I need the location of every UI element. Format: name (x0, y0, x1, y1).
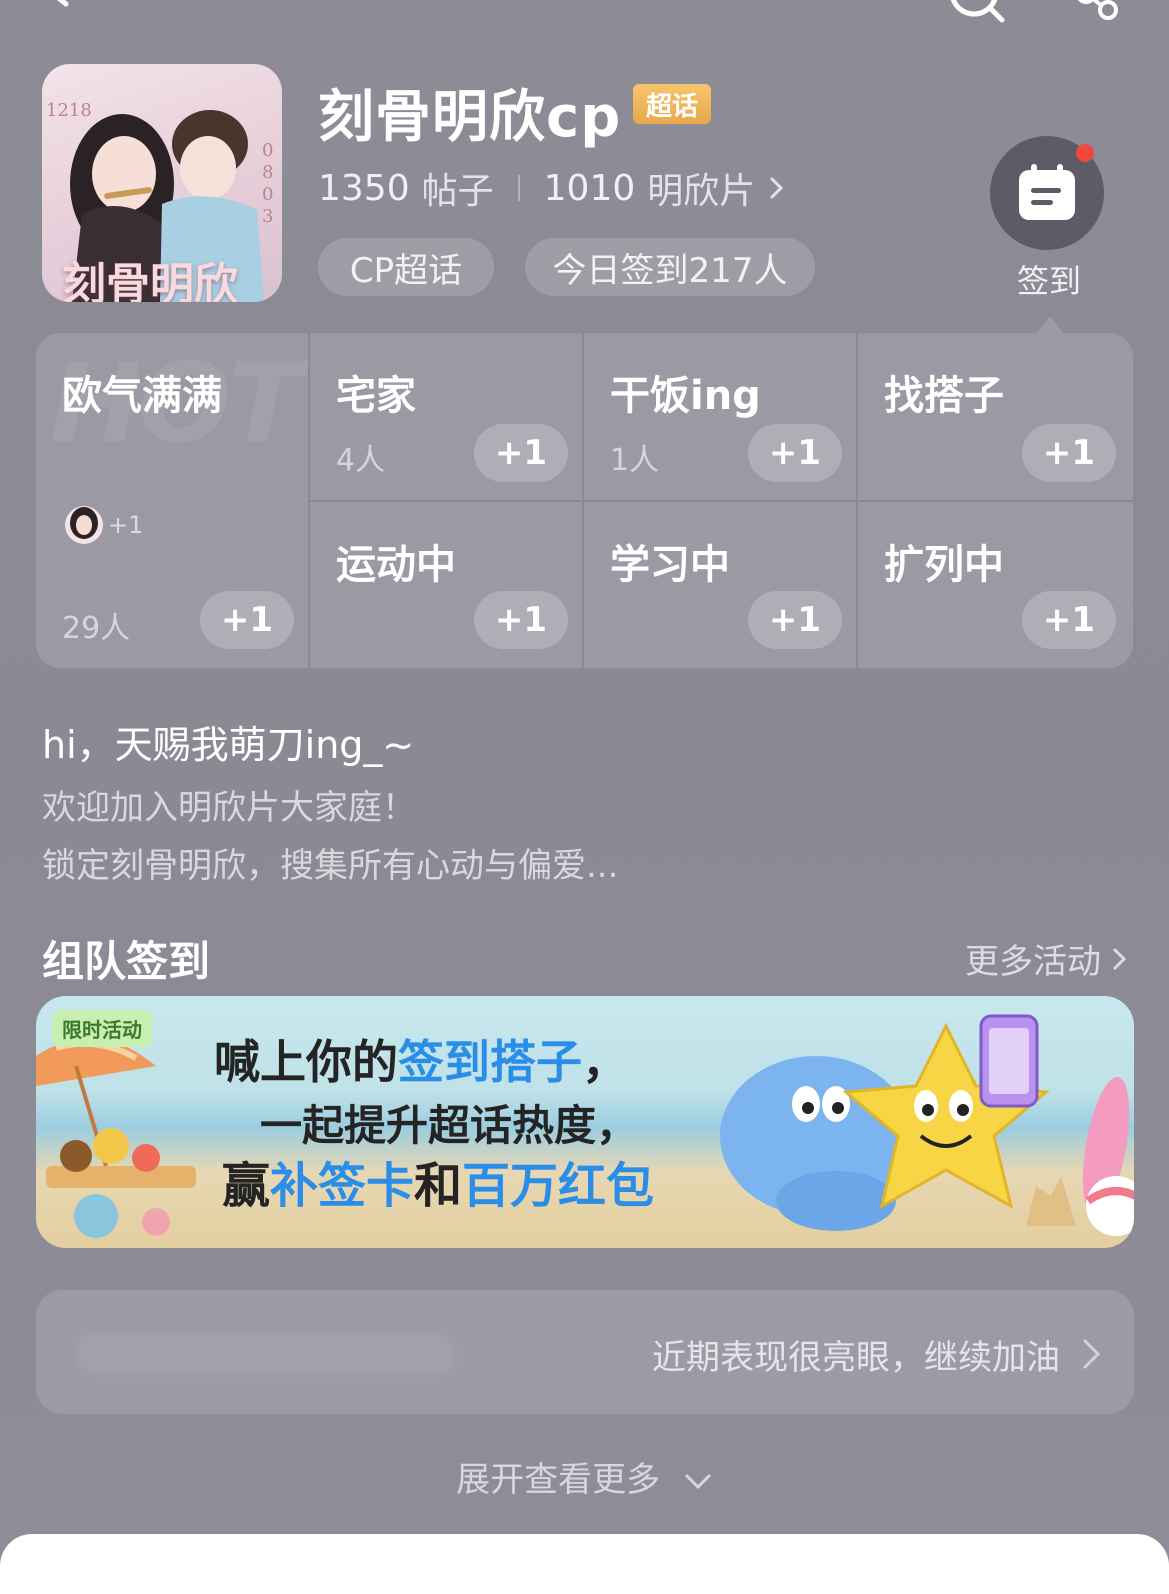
cp-type-chip[interactable]: CP超话 (318, 238, 494, 296)
plus-one-button[interactable]: +1 (748, 424, 842, 482)
posts-count: 1350 (318, 167, 410, 209)
team-checkin-banner[interactable]: 限时活动 喊上你的签到搭子， 一起提升超话热度， 赢补签卡和百万红包 (36, 996, 1134, 1248)
topic-title: 刻骨明欣cp (318, 85, 622, 150)
chevron-right-icon[interactable] (767, 174, 785, 202)
banner-headline-2: 一起提升超话热度， (260, 1101, 639, 1150)
mood-cell-lucky[interactable]: HOT 欧气满满 +1 29人 +1 (36, 333, 308, 668)
super-topic-badge: 超话 (633, 84, 711, 124)
topic-stats: 1350 帖子 1010 明欣片 (318, 162, 785, 214)
more-activities-label: 更多活动 (965, 942, 1101, 982)
search-icon[interactable] (940, 0, 1010, 30)
plus-one-button[interactable]: +1 (200, 591, 294, 649)
fans-count[interactable]: 1010 (544, 168, 636, 209)
expand-more-button[interactable]: 展开查看更多 (0, 1452, 1169, 1501)
limited-time-tag: 限时活动 (52, 1010, 152, 1047)
calendar-icon (1019, 164, 1075, 220)
performance-card[interactable]: 近期表现很亮眼，继续加油 (36, 1290, 1134, 1414)
mood-title: 干饭ing (610, 373, 761, 419)
fans-label[interactable]: 明欣片 (647, 162, 755, 214)
banner-text: 赢 (222, 1158, 271, 1214)
plus-one-button[interactable]: +1 (1022, 424, 1116, 482)
expand-label: 展开查看更多 (456, 1460, 661, 1500)
intro-greeting: hi，天赐我萌刀ing_~ (42, 723, 415, 767)
mood-title: 学习中 (610, 542, 730, 588)
checkin-count-chip[interactable]: 今日签到217人 (525, 238, 815, 296)
more-activities-link[interactable]: 更多活动 (965, 934, 1127, 983)
bottom-sheet (0, 1534, 1169, 1594)
blurred-content (76, 1334, 456, 1374)
avatar-right-digits: 0803 (262, 140, 274, 227)
mood-title: 运动中 (336, 542, 456, 588)
participants: +1 (64, 505, 143, 545)
plus-one-button[interactable]: +1 (474, 591, 568, 649)
avatar-caption: 刻骨明欣 (62, 259, 238, 302)
banner-headline-3: 赢补签卡和百万红包 (222, 1146, 654, 1216)
mood-grid: HOT 欧气满满 +1 29人 +1 宅家 4人 +1 干饭ing 1人 +1 … (36, 333, 1133, 668)
mood-title: 宅家 (336, 373, 416, 419)
share-icon[interactable] (1062, 0, 1132, 30)
notification-dot (1076, 144, 1094, 162)
tooltip-pointer (1036, 316, 1064, 334)
mood-cell-exercise[interactable]: 运动中 +1 (310, 502, 582, 668)
mood-count: 29人 (62, 611, 131, 646)
mood-count: 4人 (336, 443, 386, 478)
banner-highlight: 补签卡 (270, 1158, 415, 1214)
posts-label: 帖子 (421, 171, 494, 212)
mood-cell-partner[interactable]: 找搭子 +1 (858, 333, 1133, 500)
mood-cell-eating[interactable]: 干饭ing 1人 +1 (584, 333, 856, 500)
banner-text: ， (582, 1035, 628, 1089)
plus-one-button[interactable]: +1 (1022, 591, 1116, 649)
topic-avatar[interactable]: 1218 0803 刻骨明欣 (42, 64, 282, 302)
banner-highlight: 签到搭子 (398, 1035, 582, 1089)
mood-cell-study[interactable]: 学习中 +1 (584, 502, 856, 668)
mood-title: 找搭子 (884, 373, 1004, 419)
mood-count: 1人 (610, 443, 660, 478)
plus-one-button[interactable]: +1 (474, 424, 568, 482)
banner-text: 喊上你的 (214, 1035, 398, 1089)
mood-title: 扩列中 (884, 542, 1004, 588)
mood-cell-friends[interactable]: 扩列中 +1 (858, 502, 1133, 668)
mood-title: 欧气满满 (62, 373, 222, 419)
banner-text: 和 (414, 1158, 463, 1214)
chevron-right-icon (1082, 1338, 1101, 1370)
plus-one-button[interactable]: +1 (748, 591, 842, 649)
stats-divider (517, 175, 520, 201)
avatar-left-digits: 1218 (46, 100, 92, 121)
back-arrow-icon[interactable] (30, 0, 80, 30)
participant-avatar (65, 506, 103, 544)
section-title: 组队签到 (42, 937, 211, 986)
banner-headline-1: 喊上你的签到搭子， (214, 1026, 628, 1092)
intro-welcome: 欢迎加入明欣片大家庭！ (42, 788, 416, 828)
participant-extra: +1 (108, 511, 144, 539)
banner-highlight: 百万红包 (462, 1158, 655, 1214)
performance-text: 近期表现很亮眼，继续加油 (652, 1338, 1060, 1378)
chevron-down-icon (684, 1473, 711, 1490)
sign-in-label[interactable]: 签到 (990, 256, 1108, 302)
mood-cell-home[interactable]: 宅家 4人 +1 (310, 333, 582, 500)
chevron-right-icon (1112, 947, 1127, 970)
intro-description: 锁定刻骨明欣，搜集所有心动与偏爱... (42, 846, 619, 886)
